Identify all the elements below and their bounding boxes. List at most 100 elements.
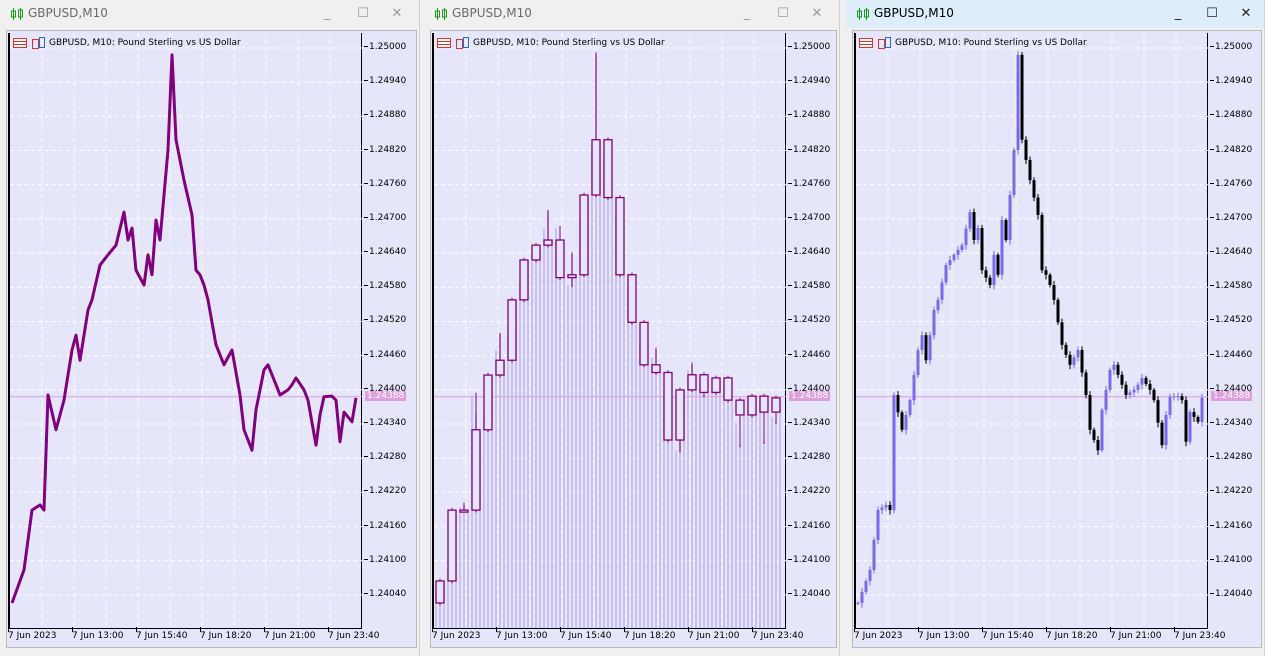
chart-window[interactable]: GBPUSD,M10 _ ☐ ✕ GBPUSD, M10: Pound Ster…	[0, 0, 420, 656]
price-bar	[571, 254, 573, 628]
price-bar	[603, 159, 605, 628]
minimize-button[interactable]: _	[1168, 4, 1188, 24]
price-bar	[619, 270, 621, 628]
candle-body	[964, 228, 968, 246]
plot-area[interactable]	[854, 33, 1208, 629]
time-tick-label: 7 Jun 18:20	[624, 627, 676, 641]
price-bar	[623, 274, 625, 628]
plot-area[interactable]	[8, 33, 362, 629]
chart-window[interactable]: GBPUSD,M10 _ ☐ ✕ GBPUSD, M10: Pound Ster…	[424, 0, 840, 656]
candle-body	[960, 245, 964, 250]
price-bar	[659, 372, 661, 628]
price-bar	[599, 139, 601, 628]
price-bar	[579, 220, 581, 628]
candle-body	[675, 389, 685, 441]
candle-body	[872, 540, 876, 570]
time-tick-label: 7 Jun 18:20	[200, 627, 252, 641]
candle-body	[948, 259, 952, 266]
candle-body	[459, 509, 469, 513]
price-bar	[467, 510, 469, 628]
price-bar	[723, 383, 725, 628]
minimize-button[interactable]: _	[317, 4, 337, 24]
time-tick-label: 7 Jun 15:40	[982, 627, 1034, 641]
price-bar	[675, 450, 677, 628]
candle-body	[864, 580, 868, 592]
price-tick-label: 1.24220	[1210, 486, 1252, 496]
price-bar	[671, 440, 673, 628]
candle-body	[944, 265, 948, 283]
candle-body	[1132, 389, 1136, 393]
candle-body	[1112, 364, 1116, 370]
chart-area[interactable]: GBPUSD, M10: Pound Sterling vs US Dollar…	[6, 30, 417, 648]
price-tick-label: 1.24520	[1210, 315, 1252, 325]
candle-body	[531, 244, 541, 261]
candle-body	[639, 321, 649, 366]
price-tick-label: 1.24160	[364, 521, 406, 531]
price-bar	[559, 270, 561, 628]
chart-window[interactable]: GBPUSD,M10 _ ☐ ✕ GBPUSD, M10: Pound Ster…	[846, 0, 1265, 656]
close-button[interactable]: ✕	[1236, 4, 1256, 24]
price-tick-label: 1.24040	[364, 589, 406, 599]
price-bar	[747, 396, 749, 628]
close-button[interactable]: ✕	[387, 4, 407, 24]
candle-body	[1136, 384, 1140, 390]
price-bar	[735, 422, 737, 628]
plot-area[interactable]	[432, 33, 786, 629]
list-icon	[437, 37, 451, 48]
price-bar	[743, 414, 745, 628]
price-tick-label: 1.24040	[1210, 589, 1252, 599]
maximize-button[interactable]: ☐	[773, 4, 793, 24]
maximize-button[interactable]: ☐	[353, 4, 373, 24]
price-tick-label: 1.24820	[788, 145, 830, 155]
candle-body	[1116, 364, 1120, 375]
candle-body	[447, 509, 457, 582]
current-price-label: 1.24388	[1211, 390, 1253, 401]
price-bar	[547, 212, 549, 628]
price-bar	[631, 299, 633, 628]
price-bar	[751, 396, 753, 628]
close-button[interactable]: ✕	[807, 4, 827, 24]
price-bar	[507, 335, 509, 628]
minimize-button[interactable]: _	[737, 4, 757, 24]
price-chart	[434, 33, 786, 628]
candle-body	[1156, 400, 1160, 423]
candle-body	[1024, 139, 1028, 160]
candle-body	[1032, 180, 1036, 198]
candle-body	[1072, 357, 1076, 365]
price-bar	[459, 507, 461, 628]
price-bar	[707, 392, 709, 628]
chart-type-icon	[455, 37, 469, 49]
candle-body	[1180, 396, 1184, 401]
price-tick-label: 1.24100	[1210, 555, 1252, 565]
chart-area[interactable]: GBPUSD, M10: Pound Sterling vs US Dollar…	[430, 30, 837, 648]
price-tick-label: 1.25000	[1210, 42, 1252, 52]
candle-body	[1016, 54, 1020, 150]
chart-area[interactable]: GBPUSD, M10: Pound Sterling vs US Dollar…	[852, 30, 1262, 648]
window-title: GBPUSD,M10	[28, 6, 108, 20]
candle-body	[1120, 374, 1124, 385]
candle-body	[968, 212, 972, 229]
title-bar[interactable]: GBPUSD,M10 _ ☐ ✕	[0, 0, 419, 28]
price-bar	[759, 400, 761, 628]
price-tick-label: 1.24280	[1210, 452, 1252, 462]
candle-body	[952, 254, 956, 260]
price-tick-label: 1.24280	[788, 452, 830, 462]
candle-body	[972, 212, 976, 241]
price-bar	[771, 416, 773, 628]
time-tick-label: 7 Jun 13:00	[918, 627, 970, 641]
candle-body	[603, 139, 613, 199]
title-bar[interactable]: GBPUSD,M10 _ ☐ ✕	[846, 0, 1264, 28]
candle-body	[1000, 220, 1004, 275]
price-tick-label: 1.24580	[1210, 281, 1252, 291]
price-bar	[463, 504, 465, 628]
candle-body	[928, 335, 932, 361]
price-tick-label: 1.24460	[364, 350, 406, 360]
candle-body	[876, 510, 880, 541]
maximize-button[interactable]: ☐	[1202, 4, 1222, 24]
candle-body	[1096, 440, 1100, 451]
candle-body	[435, 580, 445, 604]
title-bar[interactable]: GBPUSD,M10 _ ☐ ✕	[424, 0, 839, 28]
candle-body	[591, 139, 601, 196]
time-tick-label: 7 Jun 23:40	[328, 627, 380, 641]
price-bar	[555, 228, 557, 628]
